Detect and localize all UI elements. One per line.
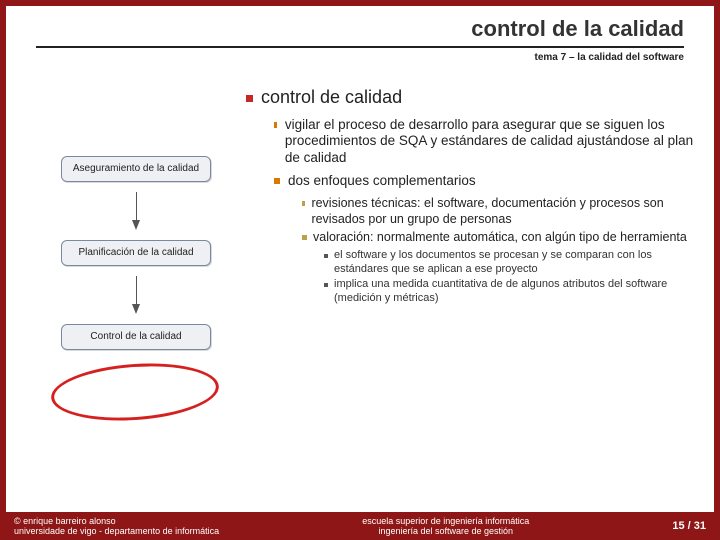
bullet-level4: implica una medida cuantitativa de de al…	[324, 278, 694, 306]
slide: control de la calidad tema 7 – la calida…	[6, 6, 714, 512]
flow-diagram: Aseguramiento de la calidad Planificació…	[46, 156, 226, 360]
bullet-icon	[324, 283, 328, 287]
bullet-text: el software y los documentos se procesan…	[334, 249, 694, 277]
bullet-level3: revisiones técnicas: el software, docume…	[302, 196, 694, 227]
bullet-level2: vigilar el proceso de desarrollo para as…	[274, 117, 694, 168]
bullet-icon	[274, 178, 280, 184]
arrow-down-icon	[132, 304, 140, 314]
bullet-icon	[274, 122, 277, 128]
bullet-text: valoración: normalmente automática, con …	[313, 230, 687, 246]
footer: © enrique barreiro alonso universidade d…	[0, 512, 720, 540]
footer-school: escuela superior de ingeniería informáti…	[219, 516, 672, 526]
bullet-icon	[324, 254, 328, 258]
bullet-level1: control de calidad	[246, 86, 694, 109]
bullet-level4: el software y los documentos se procesan…	[324, 249, 694, 277]
arrow-down-icon	[132, 220, 140, 230]
bullet-text: control de calidad	[261, 87, 402, 107]
diagram-box: Planificación de la calidad	[61, 240, 211, 266]
highlight-circle	[49, 358, 220, 426]
bullet-icon	[302, 201, 305, 206]
page-subtitle: tema 7 – la calidad del software	[6, 48, 714, 63]
footer-affiliation: universidade de vigo - departamento de i…	[14, 526, 219, 536]
connector-line	[136, 192, 137, 220]
page-title: control de la calidad	[6, 6, 714, 46]
page-number: 15 / 31	[672, 520, 706, 532]
footer-center: escuela superior de ingeniería informáti…	[219, 516, 672, 537]
diagram-box: Aseguramiento de la calidad	[61, 156, 211, 182]
bullet-text: vigilar el proceso de desarrollo para as…	[285, 117, 694, 168]
bullet-text: revisiones técnicas: el software, docume…	[311, 196, 694, 227]
bullet-text: dos enfoques complementarios	[288, 173, 476, 190]
footer-left: © enrique barreiro alonso universidade d…	[14, 516, 219, 537]
footer-program: ingeniería del software de gestión	[219, 526, 672, 536]
connector-line	[136, 276, 137, 304]
bullet-level2: dos enfoques complementarios	[274, 173, 694, 190]
bullet-text: implica una medida cuantitativa de de al…	[334, 278, 694, 306]
bullet-level3: valoración: normalmente automática, con …	[302, 230, 694, 246]
content-area: control de calidad vigilar el proceso de…	[246, 86, 694, 308]
bullet-icon	[246, 95, 253, 102]
bullet-icon	[302, 235, 307, 240]
diagram-box: Control de la calidad	[61, 324, 211, 350]
footer-author: © enrique barreiro alonso	[14, 516, 219, 526]
